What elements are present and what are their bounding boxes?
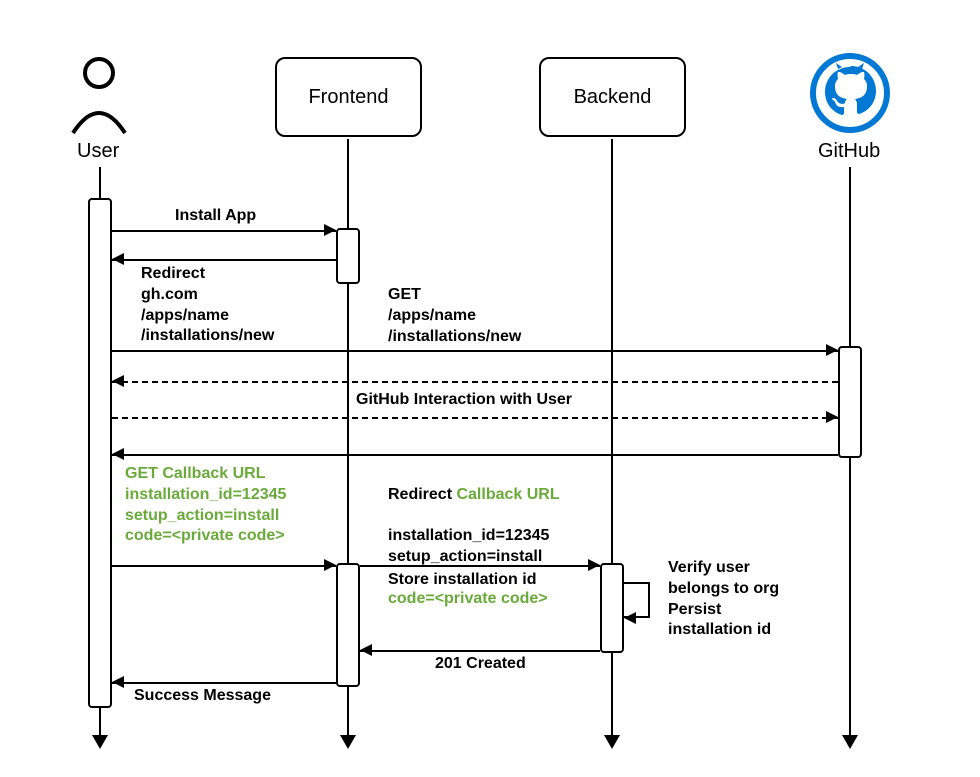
arrow-install-app <box>112 230 336 232</box>
msg-redirect-callback-url: Callback URL <box>456 486 559 503</box>
frontend-activation-1 <box>336 228 360 284</box>
msg-redirect-callback-code: code=<private code> <box>388 590 548 607</box>
user-label: User <box>77 140 119 163</box>
sequence-diagram: User Frontend Backend GitHub Ins <box>0 0 980 777</box>
backend-activation <box>600 563 624 653</box>
backend-lifeline-tail <box>604 735 620 749</box>
frontend-box: Frontend <box>275 57 422 137</box>
msg-get-new: GET /apps/name /installations/new <box>388 285 521 347</box>
arrow-gh-callback <box>112 454 838 456</box>
arrow-user-to-github <box>112 350 838 352</box>
frontend-lifeline-tail <box>340 735 356 749</box>
user-lifeline-tail <box>92 735 108 749</box>
arrow-user-to-gh-dashed-head <box>826 411 838 423</box>
frontend-label: Frontend <box>308 86 388 109</box>
msg-201: 201 Created <box>435 654 526 675</box>
arrow-install-app-head <box>324 224 336 236</box>
arrow-user-to-github-head <box>826 344 838 356</box>
arrow-user-to-frontend-2-head <box>324 559 336 571</box>
backend-box: Backend <box>539 57 686 137</box>
arrow-store-id-head <box>588 559 600 571</box>
arrow-redirect-new <box>112 259 336 261</box>
arrow-gh-to-user-dashed <box>112 381 838 383</box>
msg-redirect-new: Redirect gh.com /apps/name /installation… <box>141 264 274 347</box>
arrow-redirect-new-head <box>112 253 124 265</box>
arrow-user-to-gh-dashed <box>112 417 838 419</box>
arrow-store-id <box>360 565 600 567</box>
github-label: GitHub <box>818 140 880 163</box>
user-activation <box>88 198 112 708</box>
frontend-activation-2 <box>336 563 360 687</box>
arrow-gh-to-user-dashed-head <box>112 375 124 387</box>
arrow-201-head <box>360 644 372 656</box>
arrow-201 <box>360 650 600 652</box>
backend-self-loop-head <box>624 612 636 624</box>
msg-redirect-callback-rest: installation_id=12345 setup_action=insta… <box>388 527 549 565</box>
github-activation <box>838 346 862 458</box>
arrow-gh-callback-head <box>112 448 124 460</box>
msg-gh-interaction: GitHub Interaction with User <box>352 390 576 411</box>
msg-store-id: Store installation id <box>388 570 536 591</box>
github-icon <box>810 53 890 138</box>
msg-redirect-callback-prefix: Redirect <box>388 486 456 503</box>
msg-install-app: Install App <box>175 206 256 227</box>
github-lifeline-tail <box>842 735 858 749</box>
arrow-user-to-frontend-2 <box>112 565 336 567</box>
user-icon <box>67 55 131 140</box>
msg-self-note: Verify user belongs to org Persist insta… <box>668 558 779 641</box>
msg-success: Success Message <box>134 686 271 707</box>
backend-label: Backend <box>574 86 652 109</box>
msg-get-callback: GET Callback URL installation_id=12345 s… <box>125 464 286 547</box>
arrow-success-head <box>112 676 124 688</box>
arrow-success <box>112 682 336 684</box>
